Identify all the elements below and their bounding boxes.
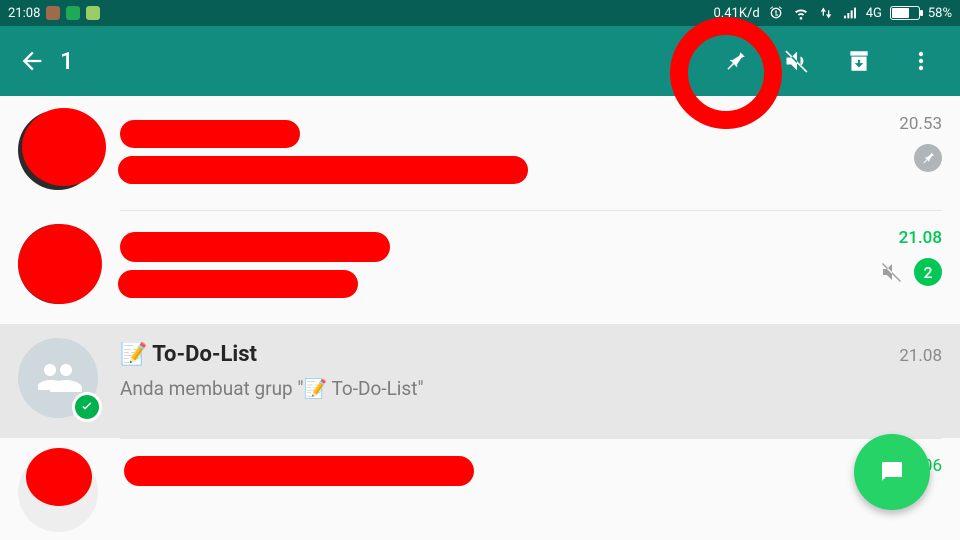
- redaction-scribble: [120, 232, 390, 262]
- overflow-menu-button[interactable]: [890, 37, 952, 85]
- redaction-scribble: [120, 120, 300, 148]
- divider: [120, 210, 942, 211]
- muted-icon: [880, 260, 904, 284]
- redaction-scribble: [18, 224, 102, 304]
- divider: [120, 438, 942, 439]
- divider: [120, 324, 942, 325]
- data-arrows-icon: [818, 5, 834, 21]
- chat-list: 20.53 21.08: [0, 96, 960, 518]
- wifi-icon: [792, 5, 810, 21]
- redaction-scribble: [26, 448, 92, 506]
- new-chat-fab[interactable]: [854, 434, 930, 510]
- chat-name: 📝 To-Do-List: [120, 342, 257, 367]
- chat-row[interactable]: 21.06: [0, 438, 960, 518]
- chat-time: 21.08: [899, 346, 942, 366]
- archive-button[interactable]: [828, 37, 890, 85]
- battery-icon: [890, 6, 920, 20]
- pin-chat-button[interactable]: [704, 37, 766, 85]
- redaction-scribble: [124, 456, 474, 486]
- chat-row[interactable]: 📝 To-Do-List 21.08 Anda membuat grup "📝 …: [0, 324, 960, 438]
- signal-icon: [842, 5, 858, 21]
- alarm-icon: [768, 5, 784, 21]
- pinned-indicator-icon: [914, 144, 942, 172]
- chat-row[interactable]: 20.53: [0, 96, 960, 210]
- redaction-scribble: [22, 108, 106, 186]
- selection-count: 1: [60, 47, 74, 75]
- status-whatsapp-icon: [66, 6, 80, 20]
- status-network-label: 4G: [866, 6, 882, 21]
- chat-preview: Anda membuat grup "📝 To-Do-List": [120, 377, 424, 400]
- redaction-scribble: [118, 270, 358, 298]
- status-app-icon-1: [46, 6, 60, 20]
- selected-check-icon: [72, 392, 102, 422]
- selection-action-bar: 1: [0, 26, 960, 96]
- status-app-icon-3: [86, 6, 100, 20]
- status-data-rate: 0.41K/d: [713, 6, 759, 21]
- status-battery-pct: 58%: [928, 6, 952, 21]
- redaction-scribble: [118, 156, 528, 184]
- chat-time: 21.08: [899, 228, 942, 248]
- back-button[interactable]: [8, 37, 56, 85]
- mute-button[interactable]: [766, 37, 828, 85]
- chat-time: 20.53: [899, 114, 942, 134]
- status-time: 21:08: [8, 6, 40, 21]
- status-bar: 21:08 0.41K/d 4G 58%: [0, 0, 960, 26]
- unread-count-badge: 2: [914, 258, 942, 286]
- chat-row[interactable]: 21.08 2: [0, 210, 960, 324]
